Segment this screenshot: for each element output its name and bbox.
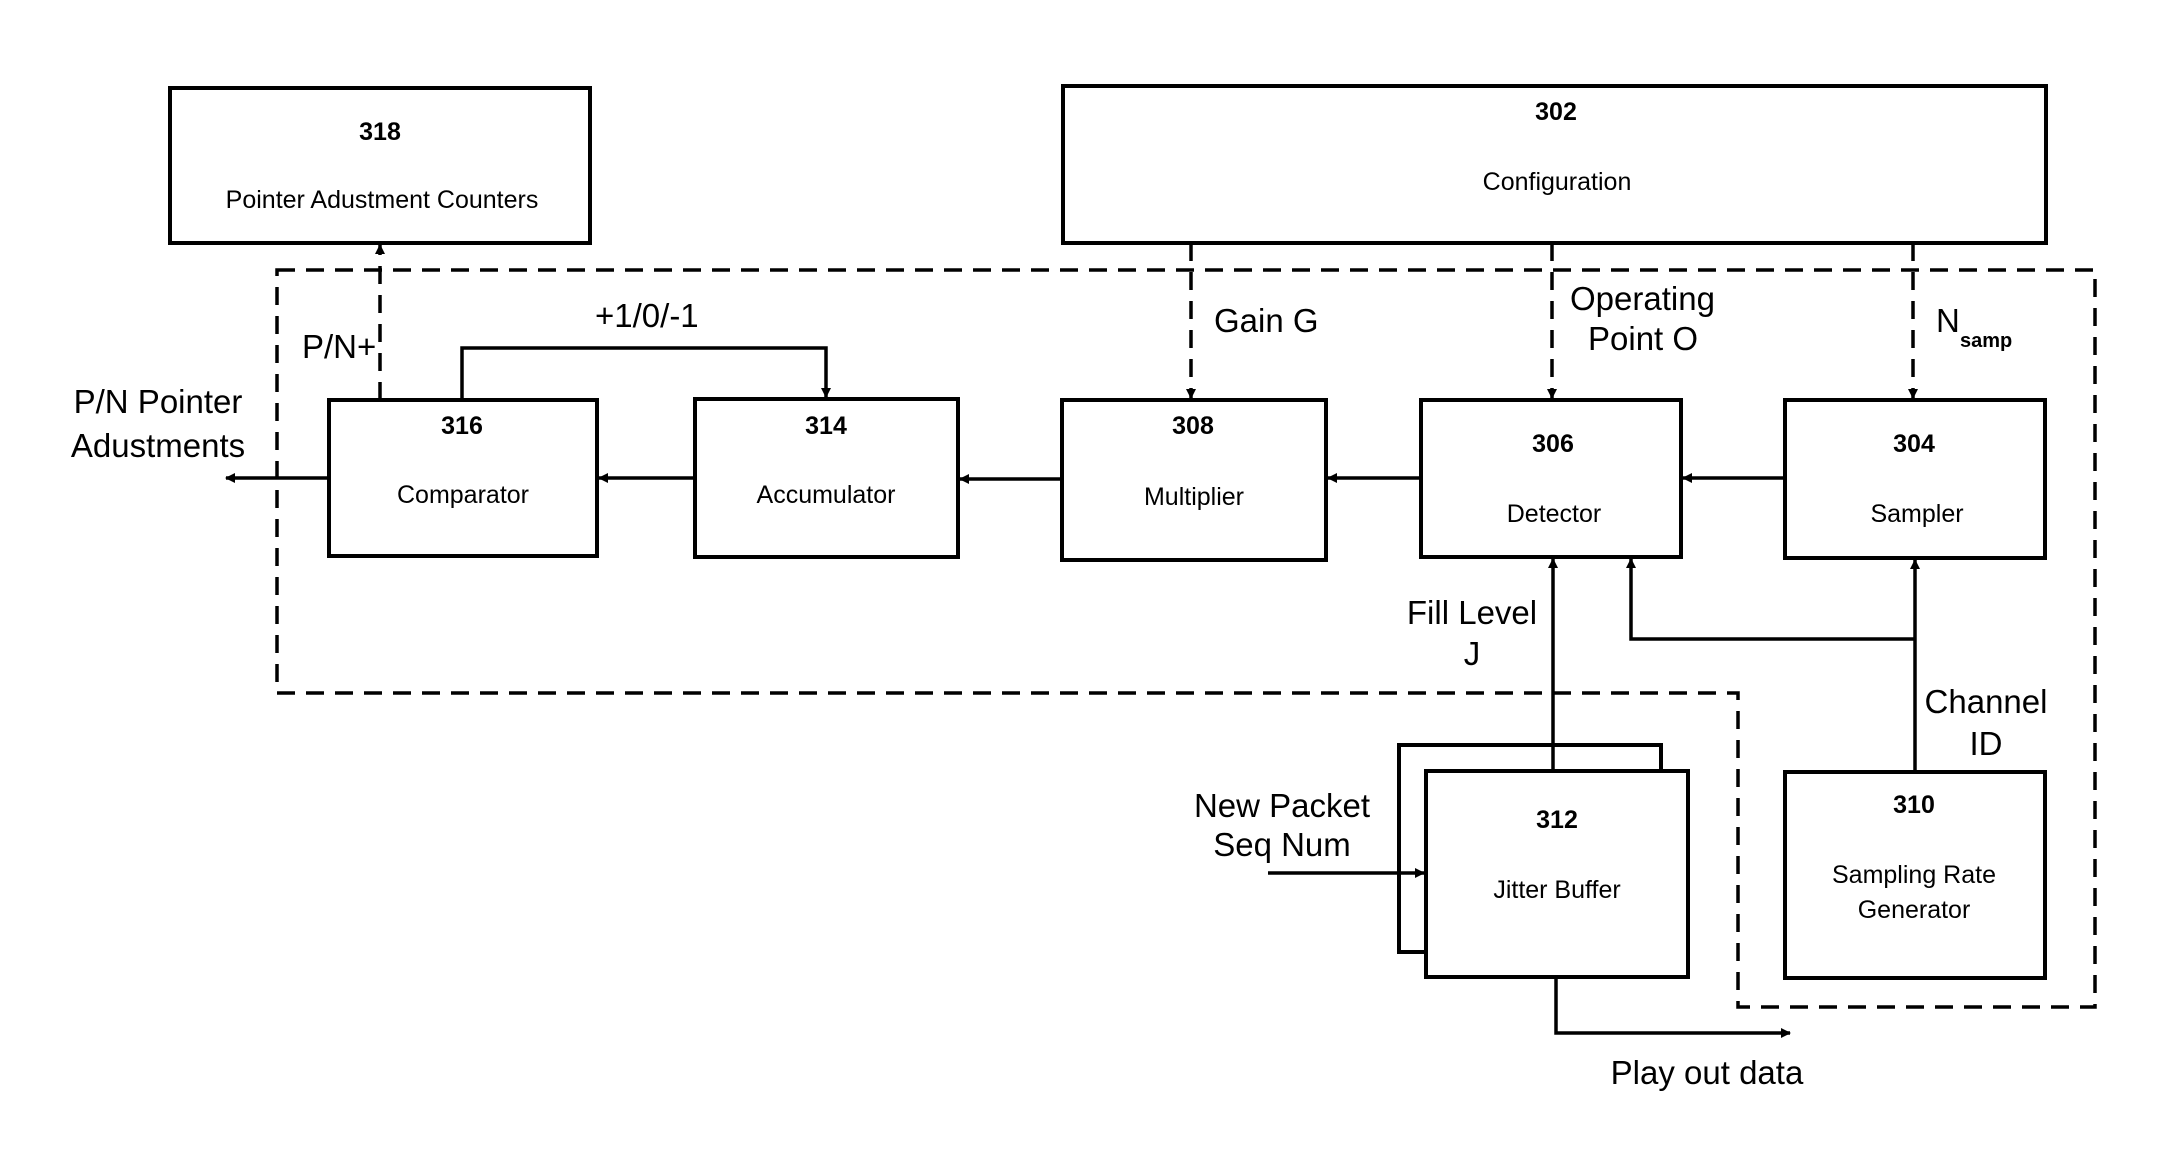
block-304-sampler: 304 Sampler — [1783, 398, 2047, 560]
new-packet-label-line1: New Packet — [1194, 787, 1370, 824]
gain-label: Gain G — [1214, 302, 1319, 339]
block-label: Accumulator — [757, 481, 896, 509]
block-label: Comparator — [397, 481, 529, 509]
block-label: Jitter Buffer — [1493, 876, 1620, 904]
block-316-comparator: 316 Comparator — [327, 398, 599, 558]
block-310-sampling-rate-generator: 310 Sampling Rate Generator — [1783, 770, 2047, 980]
block-312-jitter-buffer: 312 Jitter Buffer — [1397, 743, 1690, 979]
operating-point-label-line2: Point O — [1588, 320, 1698, 357]
pn-plus-label: P/N+ — [302, 328, 376, 365]
playout-label: Play out data — [1611, 1054, 1804, 1091]
block-318-pointer-adjustment-counters: 318 Pointer Adustment Counters — [168, 86, 592, 245]
output-label-line2: Adustments — [71, 427, 245, 464]
fill-level-label-line2: J — [1464, 635, 1481, 672]
block-306-detector: 306 Detector — [1419, 398, 1683, 559]
block-number: 306 — [1532, 430, 1574, 458]
operating-point-label-line1: Operating — [1570, 280, 1715, 317]
block-number: 318 — [359, 118, 401, 146]
nsamp-label-main: N — [1936, 302, 1960, 339]
output-label-line1: P/N Pointer — [74, 383, 243, 420]
block-number: 312 — [1536, 806, 1578, 834]
channel-id-label-line1: Channel — [1925, 683, 2048, 720]
block-label: Configuration — [1483, 168, 1632, 196]
increment-feedback-arrow — [460, 346, 831, 400]
fill-level-label-line1: Fill Level — [1407, 594, 1537, 631]
block-number: 302 — [1535, 98, 1577, 126]
block-label: Multiplier — [1144, 483, 1244, 511]
block-label-line2: Generator — [1858, 896, 1971, 924]
block-label: Sampler — [1870, 500, 1963, 528]
block-314-accumulator: 314 Accumulator — [693, 397, 960, 559]
playout-arrow — [1554, 977, 1791, 1038]
channel-id-branch-arrow — [1626, 558, 1915, 641]
channel-id-label-line2: ID — [1970, 725, 2003, 762]
block-diagram: 318 Pointer Adustment Counters 302 Confi… — [71, 84, 2097, 1091]
block-number: 314 — [805, 412, 847, 440]
nsamp-label-subscript: samp — [1960, 330, 2012, 352]
block-label: Pointer Adustment Counters — [226, 186, 539, 214]
block-number: 308 — [1172, 412, 1214, 440]
block-302-configuration: 302 Configuration — [1061, 84, 2048, 245]
increment-label: +1/0/-1 — [595, 297, 699, 334]
block-number: 310 — [1893, 791, 1935, 819]
nsamp-label: N samp — [1936, 302, 2012, 352]
block-308-multiplier: 308 Multiplier — [1060, 398, 1328, 562]
block-number: 304 — [1893, 430, 1935, 458]
block-label-line1: Sampling Rate — [1832, 861, 1996, 889]
block-label: Detector — [1507, 500, 1601, 528]
block-number: 316 — [441, 412, 483, 440]
new-packet-label-line2: Seq Num — [1213, 826, 1351, 863]
